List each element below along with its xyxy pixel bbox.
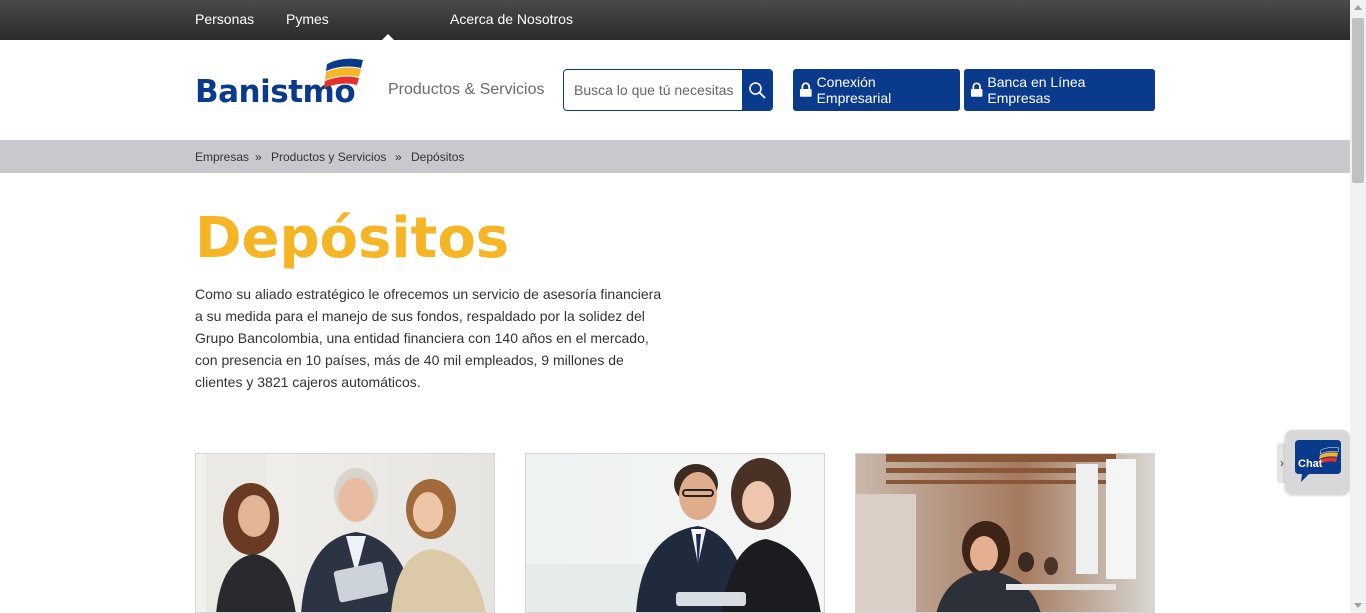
search-icon: [749, 82, 766, 99]
page-scrollbar[interactable]: [1350, 0, 1366, 613]
banca-en-linea-button[interactable]: Banca en Línea Empresas: [964, 69, 1155, 111]
chat-label: Chat: [1298, 458, 1323, 470]
logo-flag-icon: [324, 58, 363, 88]
chat-widget-button[interactable]: Chat: [1285, 430, 1350, 494]
lock-icon: [799, 82, 812, 97]
topnav-personas[interactable]: Personas: [195, 11, 254, 27]
advisors-photo: [526, 454, 824, 612]
site-header: Banistmo Productos & Servicios Conexión …: [0, 40, 1350, 140]
scroll-down-arrow-icon[interactable]: [1354, 603, 1362, 608]
breadcrumb: Empresas » Productos y Servicios » Depós…: [0, 140, 1350, 173]
breadcrumb-empresas[interactable]: Empresas: [195, 150, 249, 164]
breadcrumb-current: Depósitos: [411, 150, 465, 164]
business-team-photo: [196, 454, 494, 612]
office-photo: [856, 454, 1154, 612]
breadcrumb-separator: »: [255, 150, 262, 164]
lock-icon: [970, 82, 983, 97]
top-navigation: Personas Pymes Acerca de Nosotros: [0, 0, 1350, 40]
card-image-advisors[interactable]: [525, 453, 825, 613]
card-image-business-team[interactable]: [195, 453, 495, 613]
search-button[interactable]: [742, 70, 772, 110]
banca-en-linea-label: Banca en Línea Empresas: [987, 74, 1086, 106]
conexion-empresarial-label: Conexión Empresarial: [816, 74, 892, 106]
card-image-office[interactable]: [855, 453, 1155, 613]
search-box: [563, 69, 773, 111]
breadcrumb-separator: »: [395, 150, 402, 164]
conexion-empresarial-button[interactable]: Conexión Empresarial: [793, 69, 960, 111]
products-services-link[interactable]: Productos & Servicios: [388, 81, 545, 99]
page-title: Depósitos: [195, 206, 510, 271]
banistmo-logo[interactable]: Banistmo: [195, 56, 365, 110]
breadcrumb-productos[interactable]: Productos y Servicios: [271, 150, 386, 164]
scroll-up-arrow-icon[interactable]: [1354, 5, 1362, 10]
scrollbar-thumb[interactable]: [1352, 18, 1364, 183]
topnav-acerca[interactable]: Acerca de Nosotros: [450, 11, 573, 27]
search-input[interactable]: [564, 70, 744, 110]
topnav-pymes[interactable]: Pymes: [286, 11, 329, 27]
page-description: Como su aliado estratégico le ofrecemos …: [195, 286, 662, 390]
